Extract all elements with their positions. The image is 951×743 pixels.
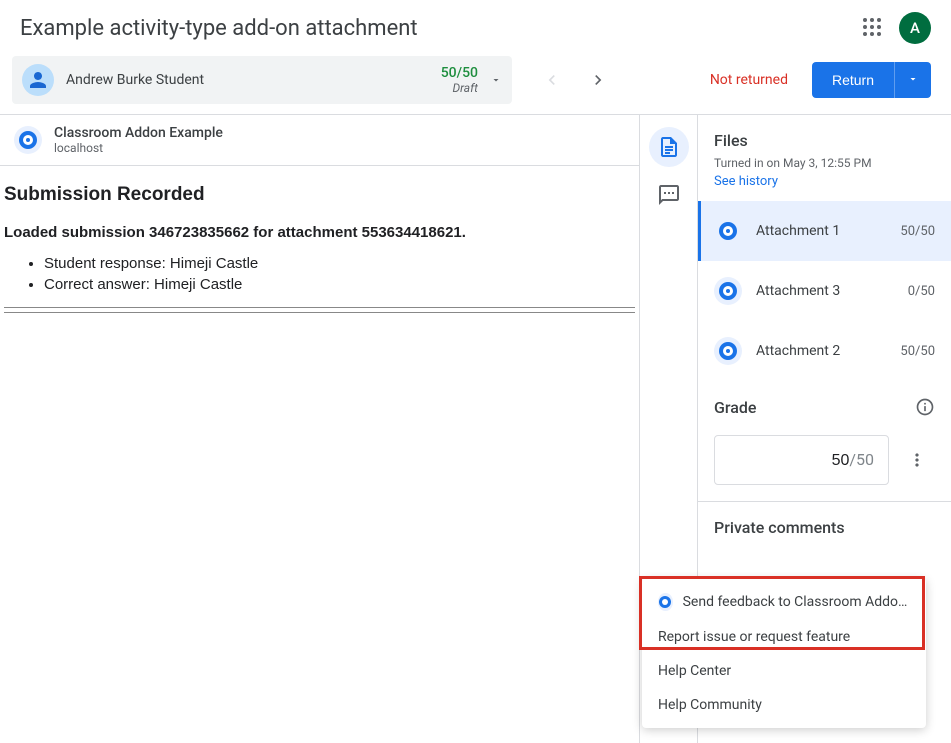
attachment-icon	[714, 217, 742, 245]
student-name: Andrew Burke Student	[66, 72, 441, 88]
addon-host: localhost	[54, 141, 223, 155]
addon-iframe-content: Submission Recorded Loaded submission 34…	[0, 166, 639, 335]
return-status: Not returned	[710, 72, 788, 88]
draft-label: Draft	[441, 81, 478, 95]
attachment-name: Attachment 1	[756, 223, 886, 239]
help-popup-menu: Send feedback to Classroom Addon Example…	[642, 578, 926, 728]
private-comments-title: Private comments	[714, 518, 935, 537]
submission-bullet: Correct answer: Himeji Castle	[44, 276, 635, 293]
student-avatar-icon	[22, 64, 54, 96]
files-section-title: Files	[714, 131, 935, 150]
files-tab[interactable]	[649, 127, 689, 167]
next-student-button[interactable]	[578, 60, 618, 100]
attachment-name: Attachment 3	[756, 283, 894, 299]
popup-report-issue[interactable]: Report issue or request feature	[642, 620, 926, 654]
grade-input-wrap[interactable]: /50	[714, 435, 889, 485]
popup-send-feedback[interactable]: Send feedback to Classroom Addon Example	[642, 584, 926, 620]
student-selector[interactable]: Andrew Burke Student 50/50 Draft	[12, 56, 512, 104]
attachment-icon	[714, 337, 742, 365]
see-history-link[interactable]: See history	[714, 174, 778, 189]
page-title: Example activity-type add-on attachment	[20, 16, 418, 41]
student-score: 50/50	[441, 65, 478, 81]
grade-more-button[interactable]	[899, 442, 935, 478]
turned-in-meta: Turned in on May 3, 12:55 PM	[714, 156, 935, 170]
google-apps-icon[interactable]	[863, 18, 883, 38]
comments-tab[interactable]	[649, 175, 689, 215]
grade-denominator: /50	[849, 450, 874, 469]
addon-icon	[14, 126, 42, 154]
attachment-row[interactable]: Attachment 2 50/50	[698, 321, 951, 381]
attachment-icon	[714, 277, 742, 305]
grade-input[interactable]	[789, 452, 849, 470]
return-button[interactable]: Return	[812, 62, 894, 98]
attachment-row[interactable]: Attachment 1 50/50	[698, 201, 951, 261]
submission-heading: Submission Recorded	[4, 184, 635, 206]
attachment-row[interactable]: Attachment 3 0/50	[698, 261, 951, 321]
addon-title: Classroom Addon Example	[54, 125, 223, 141]
attachment-score: 50/50	[900, 344, 935, 359]
submission-bullet: Student response: Himeji Castle	[44, 255, 635, 272]
attachment-score: 0/50	[908, 284, 935, 299]
account-avatar[interactable]: A	[899, 12, 931, 44]
dropdown-icon	[490, 71, 502, 90]
return-dropdown-button[interactable]	[894, 62, 931, 98]
attachment-name: Attachment 2	[756, 343, 886, 359]
popup-help-center[interactable]: Help Center	[642, 654, 926, 688]
prev-student-button[interactable]	[532, 60, 572, 100]
grade-section-title: Grade	[714, 398, 756, 417]
attachment-score: 50/50	[900, 224, 935, 239]
info-icon[interactable]	[915, 397, 935, 417]
submission-loaded-text: Loaded submission 346723835662 for attac…	[4, 224, 635, 241]
addon-icon	[658, 593, 673, 611]
popup-help-community[interactable]: Help Community	[642, 688, 926, 722]
